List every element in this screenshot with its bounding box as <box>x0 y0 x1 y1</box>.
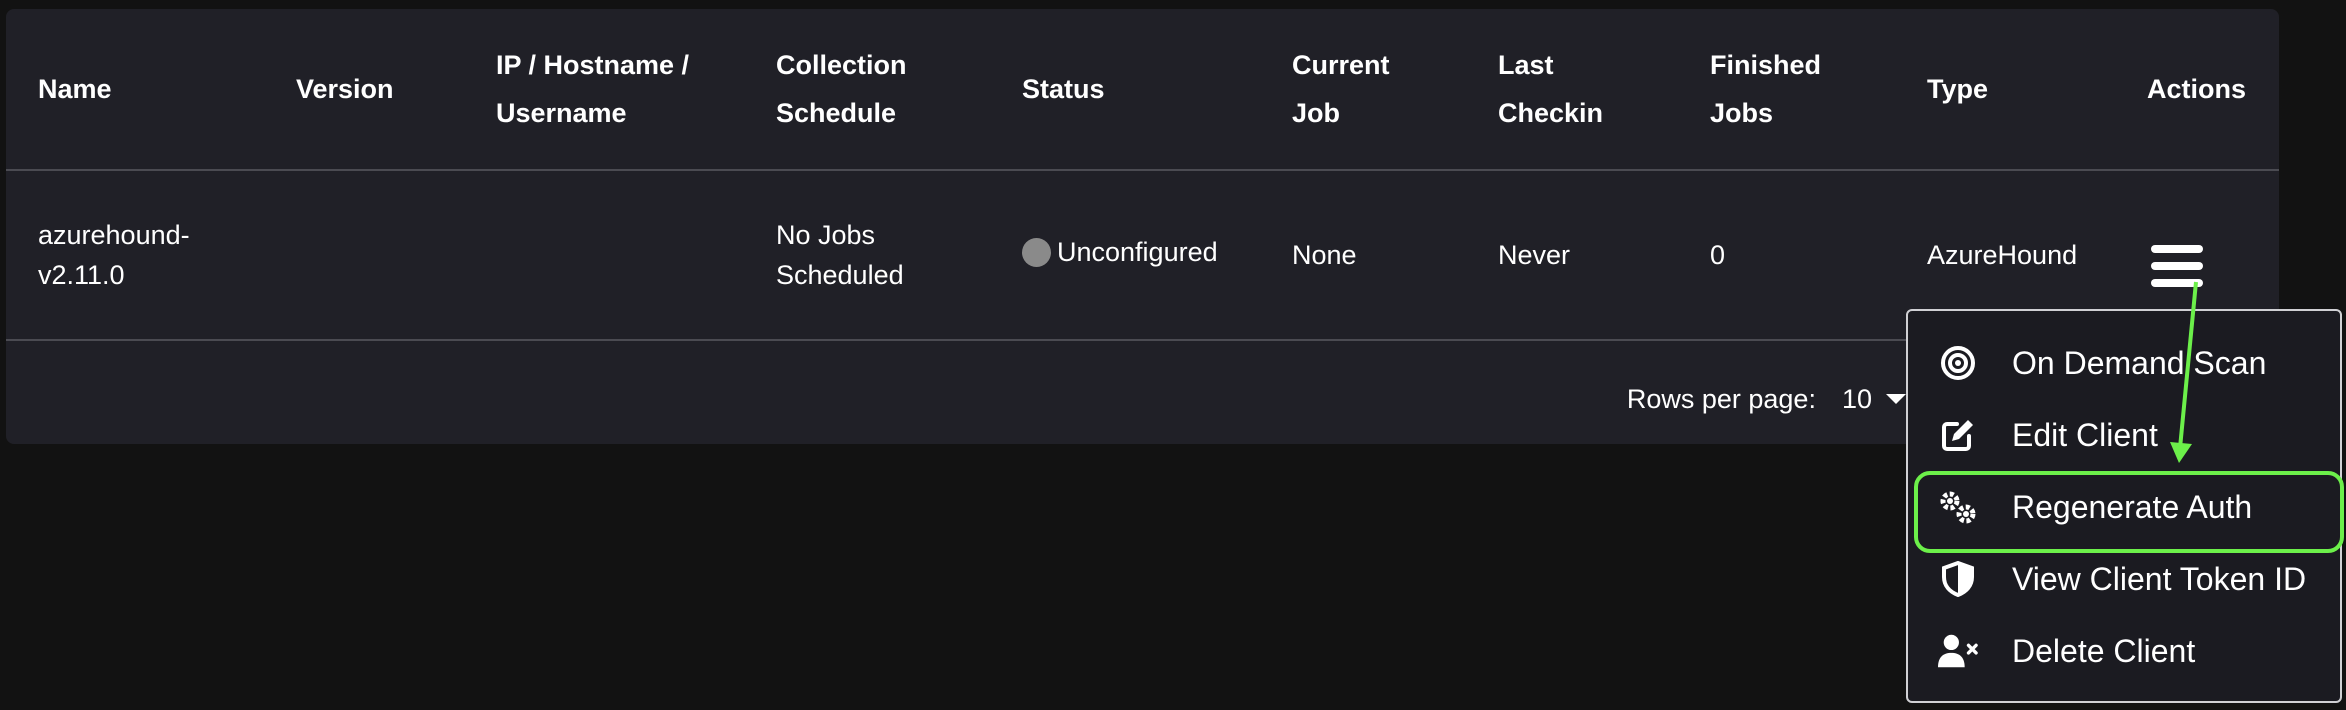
menu-item-edit-client[interactable]: Edit Client <box>1908 399 2340 471</box>
cell-current-job: None <box>1260 170 1466 341</box>
shield-icon <box>1938 559 1978 599</box>
status-text: Unconfigured <box>1057 237 1218 268</box>
cell-version <box>264 170 464 341</box>
cell-last-checkin: Never <box>1466 170 1678 341</box>
column-header-collection-schedule[interactable]: Collection Schedule <box>744 9 990 171</box>
menu-item-label: Edit Client <box>2012 416 2158 453</box>
cell-name: azurehound-v2.11.0 <box>6 170 264 341</box>
column-header-status[interactable]: Status <box>990 9 1260 171</box>
hamburger-menu-icon[interactable] <box>2151 244 2203 287</box>
rows-per-page-value: 10 <box>1841 383 1872 414</box>
menu-item-view-client-token-id[interactable]: View Client Token ID <box>1908 543 2340 615</box>
edit-icon <box>1938 415 1978 455</box>
clients-table: Name Version IP / Hostname / Username Col… <box>6 9 2279 341</box>
cell-finished-jobs: 0 <box>1678 170 1895 341</box>
cell-collection-schedule: No Jobs Scheduled <box>744 170 990 341</box>
menu-item-label: Regenerate Auth <box>2012 488 2253 525</box>
table-header-row: Name Version IP / Hostname / Username Col… <box>6 9 2279 171</box>
bullseye-icon <box>1938 343 1978 383</box>
column-header-type[interactable]: Type <box>1895 9 2115 171</box>
column-header-finished-jobs[interactable]: Finished Jobs <box>1678 9 1895 171</box>
cell-ip-hostname <box>464 170 744 341</box>
actions-dropdown-menu: On Demand Scan Edit Client Regenerate Au… <box>1906 309 2344 703</box>
rows-per-page-select[interactable]: 10 <box>1842 384 1906 415</box>
column-header-current-job[interactable]: Current Job <box>1260 9 1466 171</box>
status-indicator: Unconfigured <box>1022 232 1218 272</box>
gears-icon <box>1938 487 1978 527</box>
menu-item-on-demand-scan[interactable]: On Demand Scan <box>1908 327 2340 399</box>
column-header-ip-hostname-username[interactable]: IP / Hostname / Username <box>464 9 744 171</box>
column-header-version[interactable]: Version <box>264 9 464 171</box>
menu-item-regenerate-auth[interactable]: Regenerate Auth <box>1908 471 2344 553</box>
menu-item-label: Delete Client <box>2012 632 2196 669</box>
cell-status: Unconfigured <box>990 170 1260 341</box>
menu-item-label: On Demand Scan <box>2012 344 2267 381</box>
menu-item-delete-client[interactable]: Delete Client <box>1908 615 2340 687</box>
menu-item-label: View Client Token ID <box>2012 560 2307 597</box>
rows-per-page-label: Rows per page: <box>1626 383 1816 414</box>
status-dot-icon <box>1022 237 1051 267</box>
column-header-name[interactable]: Name <box>6 9 264 171</box>
column-header-actions: Actions <box>2115 9 2279 171</box>
column-header-last-checkin[interactable]: Last Checkin <box>1466 9 1678 171</box>
user-delete-icon <box>1938 631 1978 671</box>
table-pagination: Rows per page: 10 <box>906 354 1906 444</box>
caret-down-icon <box>1886 394 1906 404</box>
